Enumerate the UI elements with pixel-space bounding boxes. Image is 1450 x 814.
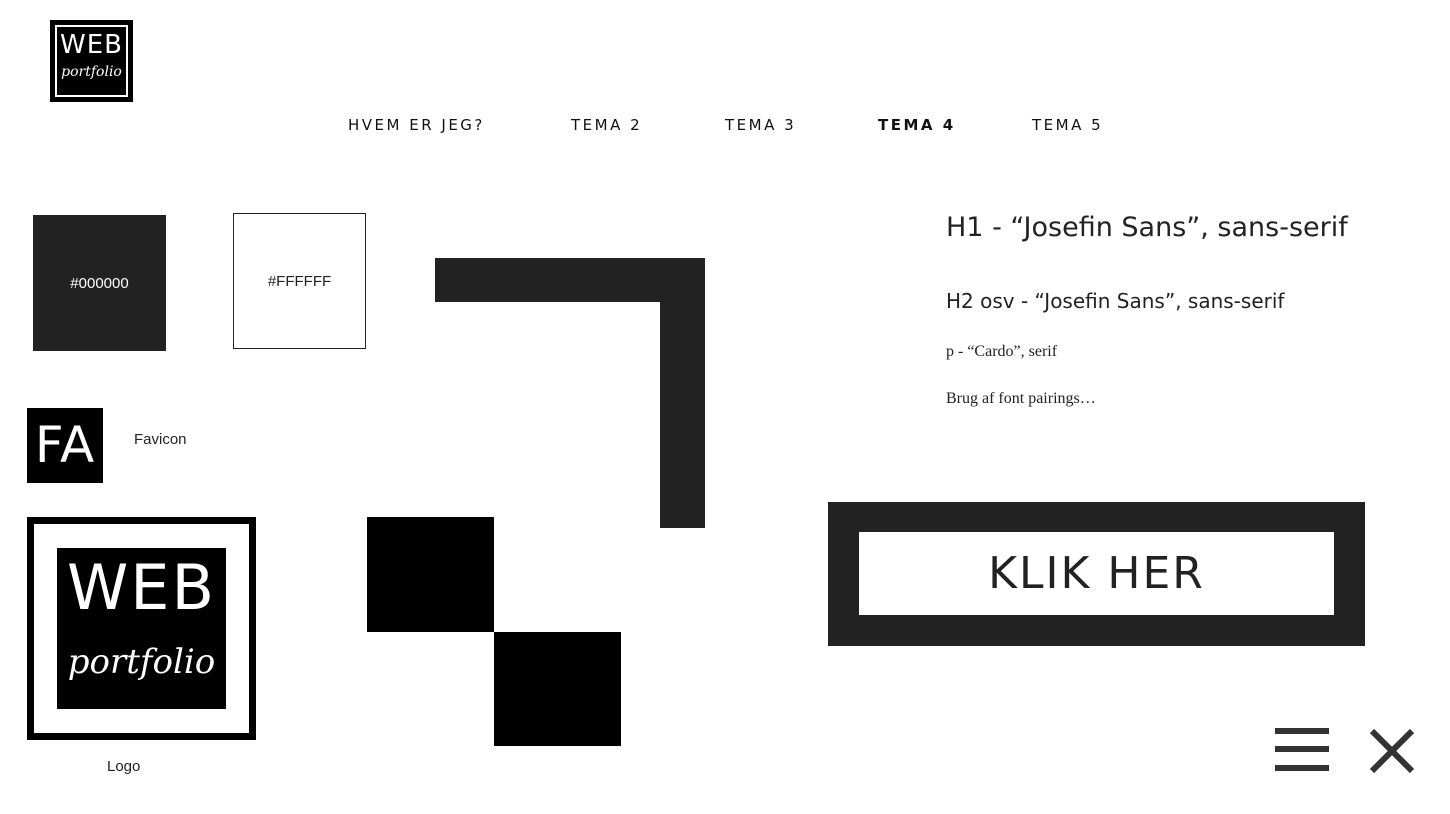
header-logo-frame: WEB portfolio [55, 25, 128, 97]
color-swatch-black: #000000 [33, 215, 166, 351]
logo-preview: WEB portfolio [27, 517, 256, 740]
color-swatch-white: #FFFFFF [233, 213, 366, 349]
nav-item-tema-5[interactable]: TEMA 5 [1032, 116, 1103, 134]
favicon-preview: FA [27, 408, 103, 483]
close-icon-glyph [1369, 728, 1415, 774]
typography-p-sample: p - “Cardo”, serif [946, 343, 1058, 360]
hamburger-line-middle [1275, 746, 1329, 752]
logo-preview-core: WEB portfolio [57, 548, 226, 709]
logo-preview-script: portfolio [67, 642, 216, 682]
hamburger-line-top [1275, 728, 1329, 734]
typography-h1-sample: H1 - “Josefin Sans”, sans-serif [946, 212, 1348, 243]
nav-item-hvem-er-jeg[interactable]: HVEM ER JEG? [348, 116, 485, 134]
logo-caption: Logo [107, 758, 141, 775]
color-swatch-black-label: #000000 [70, 274, 129, 292]
header-logo[interactable]: WEB portfolio [50, 20, 133, 102]
hamburger-line-bottom [1275, 765, 1329, 771]
checker-square-top [367, 517, 494, 632]
nav-item-tema-3[interactable]: TEMA 3 [725, 116, 796, 134]
close-icon[interactable] [1368, 727, 1416, 775]
cta-button-frame: KLIK HER [828, 502, 1365, 646]
nav-item-tema-2[interactable]: TEMA 2 [571, 116, 642, 134]
cta-button[interactable]: KLIK HER [859, 532, 1334, 615]
header-logo-word: WEB [60, 30, 123, 60]
logo-preview-frame: WEB portfolio [34, 524, 249, 733]
corner-shape-side-bar [660, 258, 705, 528]
typography-note: Brug af font pairings… [946, 390, 1096, 407]
color-swatch-white-label: #FFFFFF [267, 272, 332, 290]
nav-item-tema-4[interactable]: TEMA 4 [878, 116, 956, 134]
typography-h2-sample: H2 osv - “Josefin Sans”, sans-serif [946, 289, 1285, 313]
favicon-caption: Favicon [134, 431, 187, 448]
checker-square-bottom [494, 632, 621, 746]
hamburger-menu-icon[interactable] [1275, 728, 1329, 771]
logo-preview-word: WEB [66, 551, 216, 624]
header-logo-script: portfolio [61, 64, 122, 80]
